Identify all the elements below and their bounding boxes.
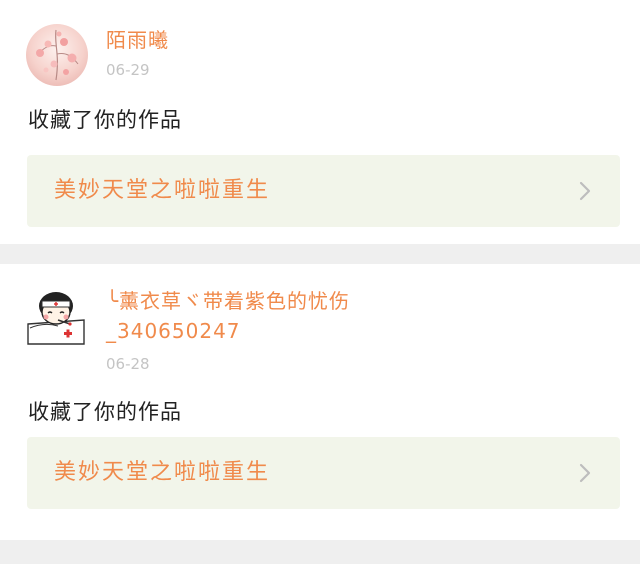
notification-item: 陌雨曦 06-29 收藏了你的作品 美妙天堂之啦啦重生 bbox=[0, 0, 640, 244]
cartoon-child-avatar-icon bbox=[24, 284, 88, 348]
user-name[interactable]: 陌雨曦 bbox=[106, 26, 169, 54]
notification-action-text: 收藏了你的作品 bbox=[28, 108, 182, 132]
chevron-right-icon bbox=[579, 463, 591, 483]
work-title: 美妙天堂之啦啦重生 bbox=[54, 178, 271, 203]
notification-date: 06-29 bbox=[106, 61, 150, 79]
notification-feed: 陌雨曦 06-29 收藏了你的作品 美妙天堂之啦啦重生 ╰薰衣草ヾ带着紫色的忧伤… bbox=[0, 0, 640, 540]
user-name-line-2: _340650247 bbox=[106, 319, 241, 343]
chevron-right-icon bbox=[579, 181, 591, 201]
notification-action-text: 收藏了你的作品 bbox=[28, 400, 182, 424]
work-link-card[interactable]: 美妙天堂之啦啦重生 bbox=[27, 155, 620, 227]
user-name[interactable]: ╰薰衣草ヾ带着紫色的忧伤 _340650247 bbox=[106, 286, 426, 346]
notification-item: ╰薰衣草ヾ带着紫色的忧伤 _340650247 06-28 收藏了你的作品 美妙… bbox=[0, 264, 640, 540]
user-name-line-1: ╰薰衣草ヾ带着紫色的忧伤 bbox=[106, 289, 351, 313]
user-avatar[interactable] bbox=[26, 24, 88, 86]
blossom-avatar-icon bbox=[26, 24, 88, 86]
user-avatar[interactable] bbox=[24, 284, 88, 348]
work-title: 美妙天堂之啦啦重生 bbox=[54, 460, 271, 485]
notification-date: 06-28 bbox=[106, 355, 150, 373]
work-link-card[interactable]: 美妙天堂之啦啦重生 bbox=[27, 437, 620, 509]
